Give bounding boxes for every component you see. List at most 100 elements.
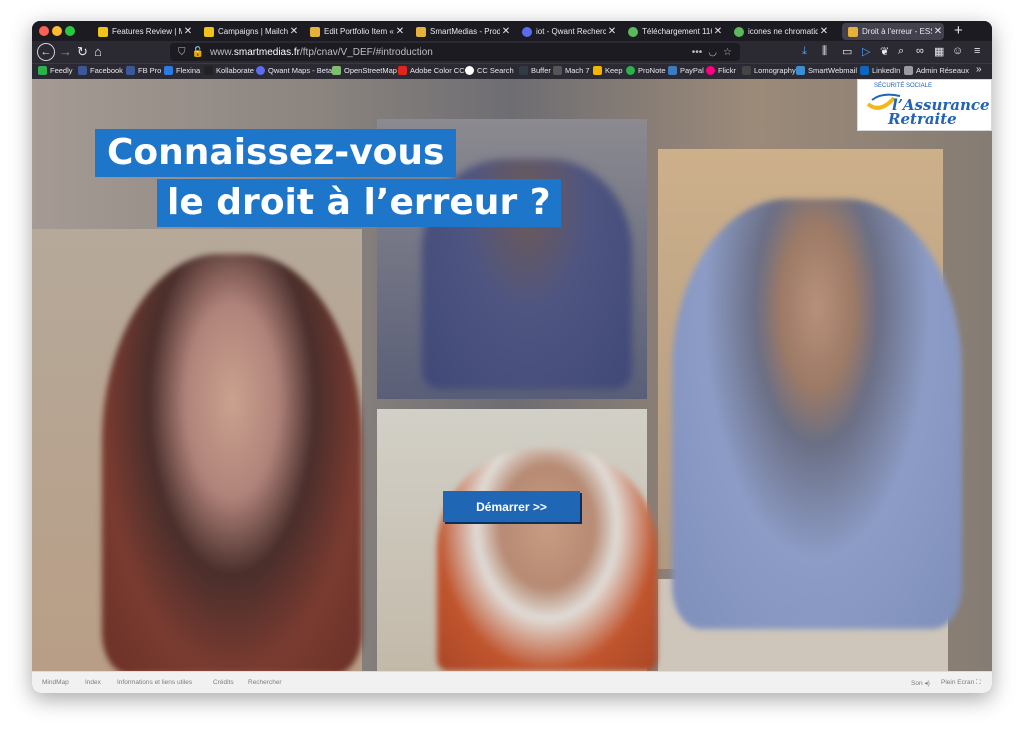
footer-link-mindmap[interactable]: MindMap bbox=[42, 679, 69, 686]
creative-commons-icon bbox=[465, 66, 474, 75]
shield-icon[interactable]: ⛉ bbox=[178, 47, 186, 58]
fullscreen-icon: ⛶ bbox=[976, 679, 981, 686]
tab-4[interactable]: SmartMedias - Producti ✕ bbox=[410, 23, 512, 40]
tab-title: icones ne chromatique bbox=[748, 27, 818, 36]
new-tab-button[interactable]: + bbox=[954, 22, 963, 39]
close-tab-icon[interactable]: ✕ bbox=[818, 26, 830, 37]
bookmark-fb-pro[interactable]: FB Pro bbox=[126, 66, 161, 75]
pronote-icon bbox=[626, 66, 635, 75]
extension-glasses-icon[interactable]: ∞ bbox=[916, 45, 924, 57]
close-tab-icon[interactable]: ✕ bbox=[288, 26, 300, 37]
bookmark-adobe-color[interactable]: Adobe Color CC bbox=[398, 66, 465, 75]
tab-title: Campaigns | Mailchimp bbox=[218, 27, 288, 36]
title-line-2: le droit à l’erreur ? bbox=[157, 179, 561, 227]
tab-title: Features Review | Mailc bbox=[112, 27, 182, 36]
bookmark-paypal[interactable]: PayPal bbox=[668, 66, 704, 75]
bookmark-openstreetmap[interactable]: OpenStreetMap bbox=[332, 66, 397, 75]
buffer-icon bbox=[519, 66, 528, 75]
bookmark-cc-search[interactable]: CC Search bbox=[465, 66, 514, 75]
bookmark-buffer[interactable]: Buffer bbox=[519, 66, 551, 75]
bookmarks-bar: Feedly Facebook FB Pro Flexina Kollabora… bbox=[32, 63, 992, 80]
url-domain: smartmedias.fr bbox=[233, 46, 300, 58]
menu-icon[interactable]: ≡ bbox=[974, 45, 980, 57]
page-content: Connaissez-vous le droit à l’erreur ? SÉ… bbox=[32, 79, 992, 671]
url-path: /ftp/cnav/V_DEF/#introduction bbox=[299, 46, 433, 58]
tab-2[interactable]: Campaigns | Mailchimp ✕ bbox=[198, 23, 300, 40]
bookmark-keep[interactable]: Keep bbox=[593, 66, 623, 75]
sound-toggle[interactable]: Son ◂) bbox=[911, 679, 930, 687]
bookmark-flexina[interactable]: Flexina bbox=[164, 66, 200, 75]
tab-7[interactable]: icones ne chromatique ✕ bbox=[728, 23, 830, 40]
bookmark-qwant-maps[interactable]: Qwant Maps - Beta bbox=[256, 66, 332, 75]
extension-bird-icon[interactable]: ❦ bbox=[880, 45, 889, 58]
footer-link-informations[interactable]: Informations et liens utiles bbox=[117, 679, 192, 686]
leaf-icon bbox=[628, 26, 638, 37]
extension-search-icon[interactable]: ⌕ bbox=[898, 45, 904, 58]
lomography-icon bbox=[742, 66, 751, 75]
back-button[interactable]: ← bbox=[37, 43, 55, 61]
tab-6[interactable]: Téléchargement 116 ic ✕ bbox=[622, 23, 724, 40]
bookmark-lomography[interactable]: Lomography bbox=[742, 66, 796, 75]
tab-1[interactable]: Features Review | Mailc ✕ bbox=[92, 23, 194, 40]
pocket-icon[interactable]: ◡ bbox=[708, 47, 717, 58]
bookmark-feedly[interactable]: Feedly bbox=[38, 66, 73, 75]
footer-link-credits[interactable]: Crédits bbox=[213, 679, 234, 686]
maximize-window-button[interactable] bbox=[65, 26, 75, 36]
fullscreen-toggle[interactable]: Plein Ecran ⛶ bbox=[941, 679, 981, 687]
flickr-icon bbox=[706, 66, 715, 75]
folder-icon bbox=[904, 66, 913, 75]
close-tab-icon[interactable]: ✕ bbox=[932, 26, 944, 37]
extension-play-icon[interactable]: ▷ bbox=[862, 45, 870, 58]
bookmark-linkedin[interactable]: LinkedIn bbox=[860, 66, 900, 75]
url-bar[interactable]: ⛉ 🔓 www. smartmedias.fr/ftp/cnav/V_DEF/#i… bbox=[170, 43, 740, 61]
close-tab-icon[interactable]: ✕ bbox=[606, 26, 618, 37]
bookmark-kollaborate[interactable]: Kollaborate bbox=[204, 66, 254, 75]
download-icon[interactable]: ⤓ bbox=[802, 45, 807, 58]
close-tab-icon[interactable]: ✕ bbox=[712, 26, 724, 37]
close-tab-icon[interactable]: ✕ bbox=[182, 26, 194, 37]
bookmarks-overflow-icon[interactable]: » bbox=[976, 64, 982, 75]
more-actions-icon[interactable]: ••• bbox=[692, 47, 703, 58]
bookmark-flickr[interactable]: Flickr bbox=[706, 66, 736, 75]
sidebar-icon[interactable]: ▭ bbox=[842, 45, 852, 58]
qwant-icon bbox=[256, 66, 265, 75]
facebook-icon bbox=[78, 66, 87, 75]
tab-3[interactable]: Edit Portfolio Item « Sm ✕ bbox=[304, 23, 406, 40]
home-button[interactable]: ⌂ bbox=[94, 44, 102, 60]
reload-button[interactable]: ↻ bbox=[77, 44, 88, 60]
facebook-icon bbox=[126, 66, 135, 75]
person-man-beard-photo bbox=[437, 449, 657, 671]
speaker-icon: ◂) bbox=[924, 680, 930, 687]
close-tab-icon[interactable]: ✕ bbox=[500, 26, 512, 37]
bookmark-admin-reseaux[interactable]: Admin Réseaux bbox=[904, 66, 969, 75]
tab-8-active[interactable]: Droit à l'erreur - ESSOC ✕ bbox=[842, 23, 944, 40]
footer-link-index[interactable]: Index bbox=[85, 679, 101, 686]
person-man-glasses-photo bbox=[672, 199, 962, 629]
minimize-window-button[interactable] bbox=[52, 26, 62, 36]
start-button[interactable]: Démarrer >> bbox=[443, 491, 580, 522]
extension-grid-icon[interactable]: ▦ bbox=[934, 45, 944, 58]
bookmark-smartwebmail[interactable]: SmartWebmail bbox=[796, 66, 857, 75]
title-line-1: Connaissez-vous bbox=[95, 129, 457, 177]
tab-5[interactable]: iot - Qwant Recherche ✕ bbox=[516, 23, 618, 40]
extension-ghost-icon[interactable]: ☺ bbox=[952, 45, 963, 57]
adobe-icon bbox=[398, 66, 407, 75]
qwant-icon bbox=[522, 26, 532, 37]
mailchimp-icon bbox=[98, 26, 108, 37]
tab-title: SmartMedias - Producti bbox=[430, 27, 500, 36]
lock-icon[interactable]: 🔓 bbox=[192, 47, 204, 58]
url-prefix: www. bbox=[209, 46, 234, 58]
library-icon[interactable]: ⫼ bbox=[822, 45, 827, 58]
flexina-icon bbox=[164, 66, 173, 75]
bookmark-mach-7[interactable]: Mach 7 bbox=[553, 66, 590, 75]
footer-link-rechercher[interactable]: Rechercher bbox=[248, 679, 282, 686]
bookmark-pronote[interactable]: ProNote bbox=[626, 66, 666, 75]
tab-title: Edit Portfolio Item « Sm bbox=[324, 27, 394, 36]
bookmark-facebook[interactable]: Facebook bbox=[78, 66, 123, 75]
tab-title: Téléchargement 116 ic bbox=[642, 27, 712, 36]
bookmark-star-icon[interactable]: ☆ bbox=[723, 47, 732, 58]
close-window-button[interactable] bbox=[39, 26, 49, 36]
page-footer: MindMap Index Informations et liens util… bbox=[32, 671, 992, 693]
forward-button[interactable]: → bbox=[59, 44, 72, 60]
close-tab-icon[interactable]: ✕ bbox=[394, 26, 406, 37]
